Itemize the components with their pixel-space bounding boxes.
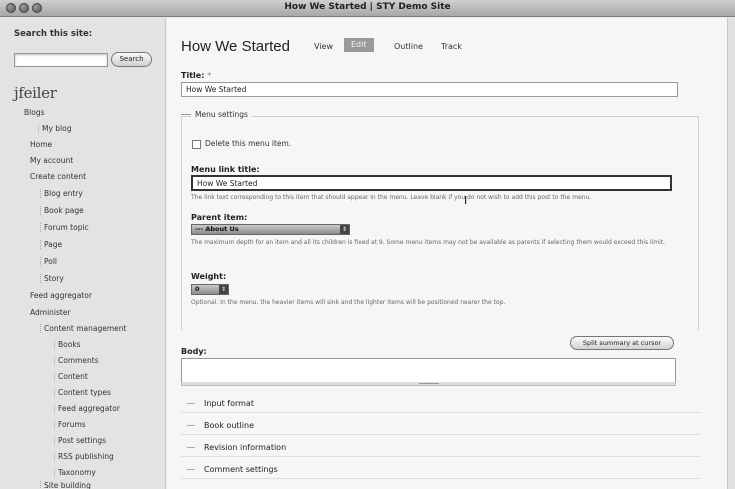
- search-button[interactable]: Search: [111, 52, 152, 67]
- text-cursor-icon: I: [464, 194, 468, 207]
- nav-item-taxonomy[interactable]: Taxonomy: [54, 468, 96, 477]
- nav-item-my-account[interactable]: My account: [30, 156, 73, 165]
- browser-window: How We Started | STY Demo Site Search th…: [0, 0, 735, 489]
- nav-item-story[interactable]: Story: [40, 274, 64, 283]
- collapse-dash-icon: [187, 403, 195, 404]
- section-label: Input format: [204, 399, 254, 408]
- weight-label: Weight:: [191, 272, 227, 281]
- section-revision-information[interactable]: Revision information: [187, 443, 286, 452]
- weight-value: 0: [195, 285, 200, 293]
- nav-item-administer[interactable]: Administer: [30, 308, 71, 317]
- split-summary-button[interactable]: Split summary at cursor: [570, 336, 674, 350]
- nav-item-books[interactable]: Books: [54, 340, 81, 349]
- nav-item-site-building[interactable]: Site building: [40, 481, 91, 489]
- nav-item-blog-entry[interactable]: Blog entry: [40, 189, 83, 198]
- delete-menu-item-label: Delete this menu item.: [205, 139, 292, 148]
- section-comment-settings[interactable]: Comment settings: [187, 465, 278, 474]
- weight-help: Optional. In the menu, the heavier items…: [191, 299, 506, 306]
- tab-track[interactable]: Track: [441, 42, 462, 51]
- menu-link-title-field[interactable]: How We Started: [191, 175, 672, 191]
- section-input-format[interactable]: Input format: [187, 399, 254, 408]
- nav-item-rss-publishing[interactable]: RSS publishing: [54, 452, 114, 461]
- section-label: Book outline: [204, 421, 254, 430]
- collapse-dash-icon: [181, 114, 191, 115]
- parent-item-select[interactable]: --- About Us ⇕: [191, 224, 350, 235]
- search-label: Search this site:: [14, 29, 93, 39]
- nav-item-forums[interactable]: Forums: [54, 420, 86, 429]
- collapse-dash-icon: [187, 469, 195, 470]
- nav-item-admin-feed-aggregator[interactable]: Feed aggregator: [54, 404, 120, 413]
- search-input[interactable]: [14, 53, 108, 67]
- divider: [181, 456, 701, 457]
- nav-item-book-page[interactable]: Book page: [40, 206, 84, 215]
- title-label-text: Title:: [181, 71, 205, 80]
- nav-item-create-content[interactable]: Create content: [30, 172, 86, 181]
- section-label: Comment settings: [204, 465, 278, 474]
- nav-item-post-settings[interactable]: Post settings: [54, 436, 106, 445]
- nav-item-content-types[interactable]: Content types: [54, 388, 111, 397]
- tab-view[interactable]: View: [314, 42, 333, 51]
- title-label: Title: *: [181, 71, 211, 80]
- collapse-dash-icon: [187, 425, 195, 426]
- nav-item-content-management[interactable]: Content management: [40, 324, 126, 333]
- nav-item-forum-topic[interactable]: Forum topic: [40, 223, 89, 232]
- divider: [181, 412, 701, 413]
- body-label: Body:: [181, 347, 207, 356]
- section-book-outline[interactable]: Book outline: [187, 421, 254, 430]
- nav-item-page[interactable]: Page: [40, 240, 62, 249]
- textarea-resize-grip[interactable]: [181, 382, 676, 386]
- nav-item-feed-aggregator[interactable]: Feed aggregator: [30, 291, 92, 300]
- select-arrows-icon: ⇕: [340, 225, 349, 234]
- menu-link-title-label: Menu link title:: [191, 165, 260, 174]
- divider: [181, 434, 701, 435]
- vertical-scrollbar[interactable]: [727, 18, 735, 489]
- nav-item-my-blog[interactable]: My blog: [38, 124, 72, 133]
- parent-item-help: The maximum depth for an item and all it…: [191, 239, 666, 246]
- nav-item-comments[interactable]: Comments: [54, 356, 99, 365]
- menu-link-title-help: The link text corresponding to this item…: [191, 194, 592, 201]
- menu-settings-legend[interactable]: Menu settings: [191, 110, 252, 119]
- window-title: How We Started | STY Demo Site: [284, 2, 451, 12]
- section-label: Revision information: [204, 443, 287, 452]
- select-arrows-icon: ⇕: [219, 285, 228, 294]
- page-title: How We Started: [181, 38, 290, 55]
- parent-item-value: --- About Us: [195, 225, 239, 233]
- nav-item-home[interactable]: Home: [30, 140, 52, 149]
- collapse-dash-icon: [187, 447, 195, 448]
- sidebar: Search this site: Search jfeiler Blogs M…: [0, 18, 166, 489]
- weight-select[interactable]: 0 ⇕: [191, 284, 229, 295]
- delete-menu-item-checkbox[interactable]: [192, 140, 201, 149]
- username-heading: jfeiler: [14, 84, 57, 102]
- nav-item-poll[interactable]: Poll: [40, 257, 57, 266]
- nav-item-blogs[interactable]: Blogs: [24, 108, 45, 117]
- parent-item-label: Parent item:: [191, 213, 248, 222]
- required-marker: *: [207, 71, 212, 80]
- divider: [181, 478, 701, 479]
- title-field[interactable]: How We Started: [181, 82, 678, 97]
- nav-item-content[interactable]: Content: [54, 372, 88, 381]
- tab-outline[interactable]: Outline: [394, 42, 423, 51]
- main-content: How We Started View Edit Outline Track T…: [167, 18, 735, 489]
- title-bar: How We Started | STY Demo Site: [0, 0, 735, 17]
- body-textarea[interactable]: [181, 358, 676, 384]
- tab-edit[interactable]: Edit: [344, 38, 374, 52]
